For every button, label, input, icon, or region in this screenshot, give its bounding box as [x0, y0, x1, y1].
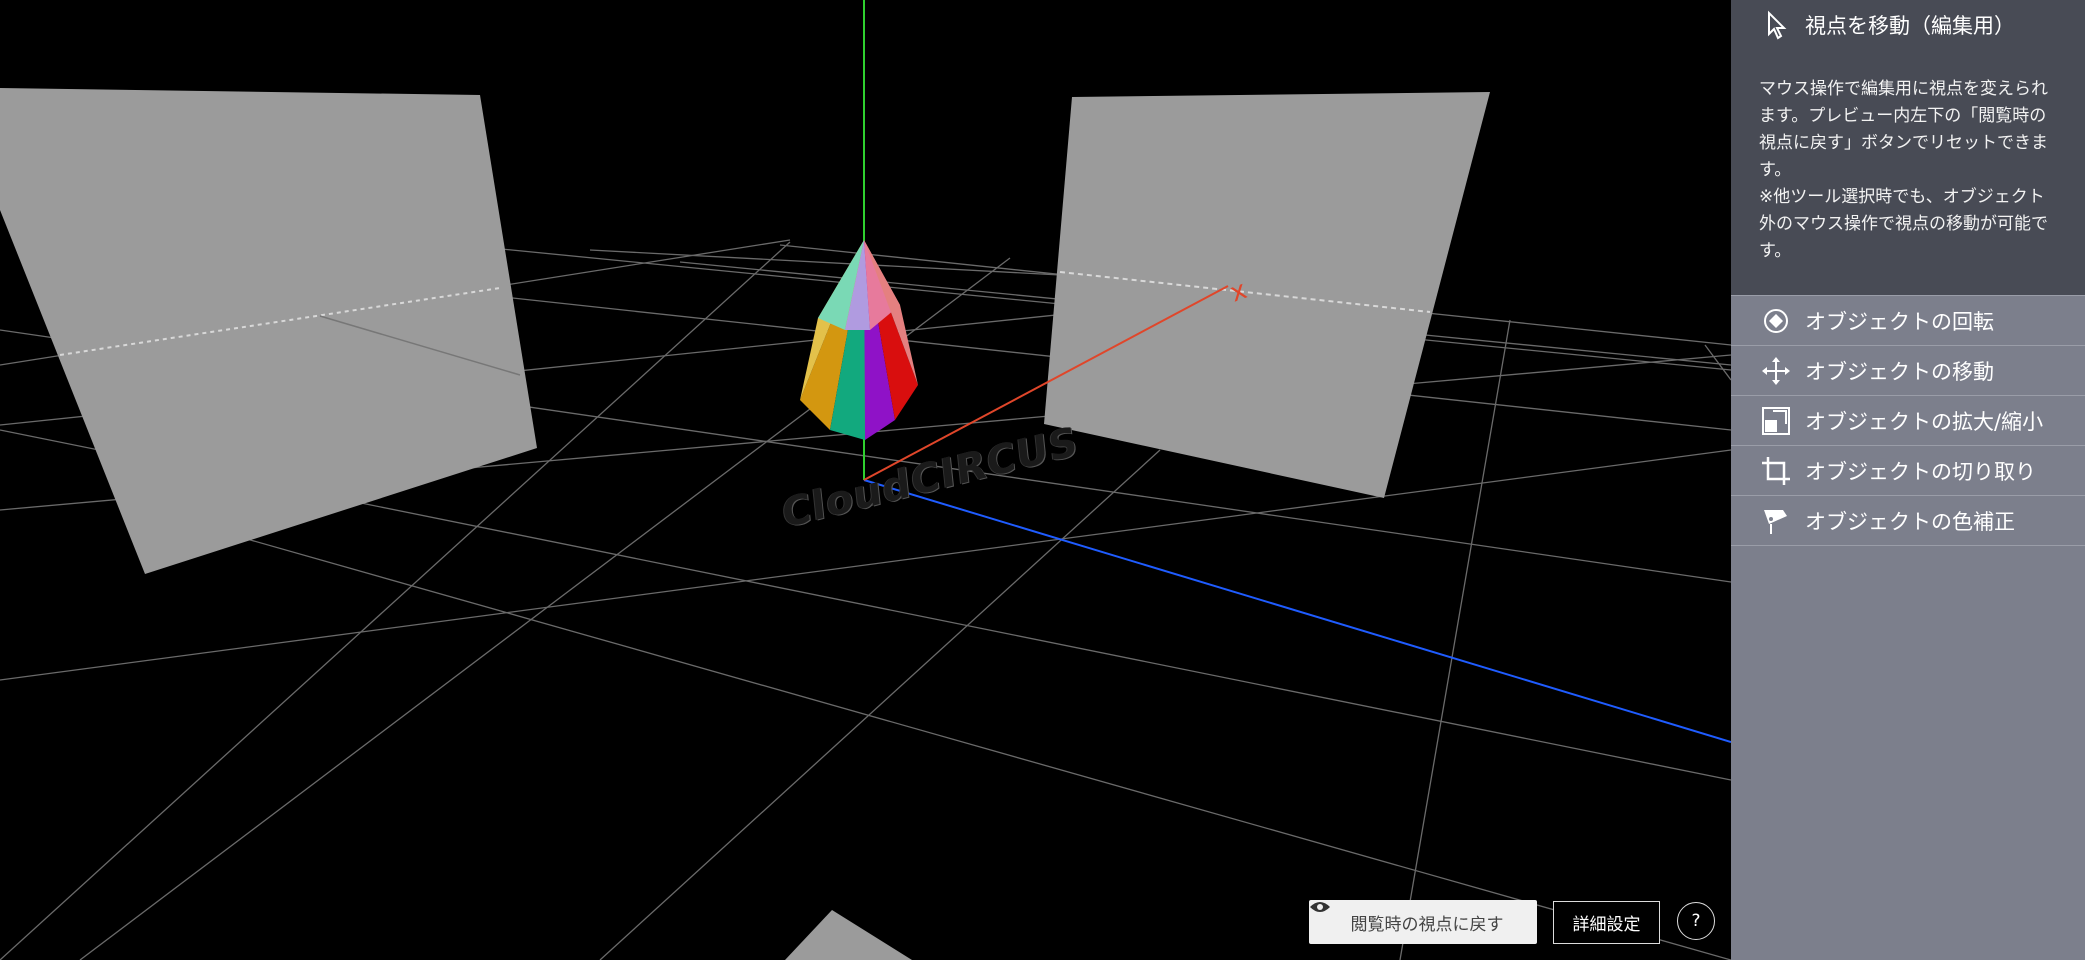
tool-label: オブジェクトの色補正 [1805, 509, 2015, 534]
detail-settings-button[interactable]: 詳細設定 [1553, 901, 1660, 944]
cone-object[interactable] [800, 240, 918, 440]
reset-view-label: 閲覧時の視点に戻す [1350, 914, 1504, 935]
tool-label: オブジェクトの拡大/縮小 [1805, 409, 2044, 434]
tool-view-move[interactable]: 視点を移動（編集用） [1731, 0, 2085, 50]
left-image-plane[interactable] [0, 88, 537, 574]
tool-crop[interactable]: オブジェクトの切り取り [1731, 446, 2085, 496]
tool-panel: 視点を移動（編集用） マウス操作で編集用に視点を変えられます。プレビュー内左下の… [1731, 0, 2085, 960]
tool-move[interactable]: オブジェクトの移動 [1731, 346, 2085, 396]
tool-scale[interactable]: オブジェクトの拡大/縮小 [1731, 396, 2085, 446]
cursor-view-icon [1759, 8, 1793, 42]
tool-label: オブジェクトの回転 [1805, 309, 1994, 334]
rotate-icon [1759, 304, 1793, 338]
color-correction-icon [1759, 504, 1793, 538]
tool-rotate[interactable]: オブジェクトの回転 [1731, 296, 2085, 346]
tool-label: オブジェクトの移動 [1805, 359, 1994, 384]
help-button[interactable]: ? [1677, 902, 1715, 940]
reset-view-button[interactable]: 閲覧時の視点に戻す [1309, 900, 1537, 944]
bottom-image-plane[interactable] [785, 910, 912, 960]
tool-label: オブジェクトの切り取り [1805, 459, 2036, 484]
tool-label: 視点を移動（編集用） [1805, 14, 2015, 38]
move-arrows-icon [1759, 354, 1793, 388]
crop-icon [1759, 454, 1793, 488]
scale-icon [1759, 404, 1793, 438]
tool-color-correction[interactable]: オブジェクトの色補正 [1731, 496, 2085, 546]
3d-preview-viewport[interactable]: x CloudCIRCUS 閲覧時の視点に戻す 詳細設定 ? [0, 0, 1731, 960]
tool-description: マウス操作で編集用に視点を変えられます。プレビュー内左下の「閲覧時の視点に戻す」… [1731, 50, 2085, 296]
